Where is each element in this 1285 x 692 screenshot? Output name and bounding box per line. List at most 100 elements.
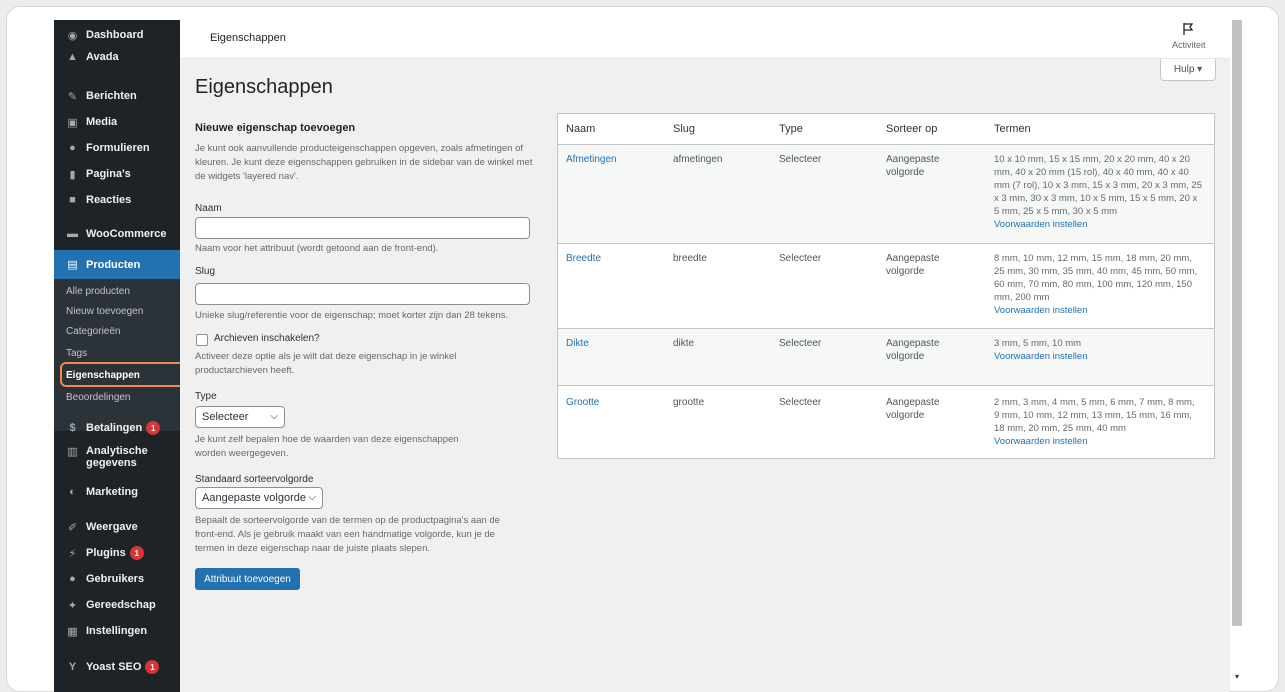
tools-icon: ✦ [67, 599, 78, 612]
column-header-sort[interactable]: Sorteer op [886, 114, 937, 144]
slug-input[interactable] [195, 283, 530, 305]
sidebar-item-gereedschap[interactable]: ✦ Gereedschap [54, 594, 180, 616]
configure-terms-link[interactable]: Voorwaarden instellen [994, 304, 1206, 317]
settings-icon: ▦ [67, 625, 78, 638]
type-help: Je kunt zelf bepalen hoe de waarden van … [195, 434, 459, 459]
sidebar-item-berichten[interactable]: ✎ Berichten [54, 85, 180, 107]
sidebar-item-weergave[interactable]: ✐ Weergave [54, 516, 180, 538]
yoast-icon: Y [68, 661, 77, 673]
attributes-table: Naam Slug Type Sorteer op Termen Afmetin… [557, 113, 1215, 459]
sidebar-item-dashboard[interactable]: ◉ Dashboard [54, 24, 180, 46]
notification-badge: 1 [145, 660, 160, 674]
attribute-slug: dikte [673, 338, 695, 349]
sidebar-item-instellingen[interactable]: ▦ Instellingen [54, 620, 180, 642]
sidebar-item-betalingen[interactable]: $ Betalingen 1 [54, 417, 180, 439]
submenu-tags[interactable]: Tags [54, 343, 180, 363]
add-attribute-button[interactable]: Attribuut toevoegen [195, 568, 300, 590]
admin-sidebar: ◉ Dashboard ▲ Avada ✎ Berichten ▣ Media ● For… [54, 20, 180, 692]
attribute-type: Selecteer [779, 154, 822, 165]
dashboard-icon: ◉ [67, 29, 78, 42]
attribute-name-link[interactable]: Grootte [566, 396, 599, 409]
column-header-terms[interactable]: Termen [994, 114, 1031, 144]
submenu-categorieen[interactable]: Categorieën [54, 321, 180, 341]
attribute-name-link[interactable]: Breedte [566, 252, 601, 265]
sidebar-item-media[interactable]: ▣ Media [54, 111, 180, 133]
attribute-terms: 10 x 10 mm, 15 x 15 mm, 20 x 20 mm, 40 x… [994, 153, 1206, 231]
notification-badge: 1 [146, 421, 161, 435]
attribute-sort: Aangepaste volgorde [886, 253, 940, 277]
sidebar-item-formulieren[interactable]: ● Formulieren [54, 137, 180, 159]
column-header-slug[interactable]: Slug [673, 114, 695, 144]
table-row: Dikte dikte Selecteer Aangepaste volgorde… [558, 328, 1214, 385]
attribute-sort: Aangepaste volgorde [886, 338, 940, 362]
attribute-type: Selecteer [779, 253, 822, 264]
pin-icon: ✎ [67, 90, 78, 103]
analytics-label-line1: Analytische [86, 445, 148, 457]
table-row: Afmetingen afmetingen Selecteer Aangepas… [558, 144, 1214, 243]
attribute-sort: Aangepaste volgorde [886, 397, 940, 421]
plugins-icon: ⚡ [68, 547, 77, 560]
configure-terms-link[interactable]: Voorwaarden instellen [994, 350, 1206, 363]
activity-button[interactable]: Activiteit [1170, 22, 1216, 56]
attribute-name-link[interactable]: Afmetingen [566, 153, 617, 166]
attribute-name-link[interactable]: Dikte [566, 337, 589, 350]
sidebar-item-avada[interactable]: ▲ Avada [54, 46, 180, 68]
avada-icon: ▲ [67, 51, 78, 63]
attribute-slug: breedte [673, 253, 707, 264]
attribute-slug: grootte [673, 397, 705, 408]
analytics-icon: ▥ [67, 446, 78, 458]
attribute-sort: Aangepaste volgorde [886, 154, 940, 178]
sidebar-item-gebruikers[interactable]: ● Gebruikers [54, 568, 180, 590]
submenu-beoordelingen[interactable]: Beoordelingen [54, 387, 180, 407]
scroll-down-icon[interactable]: ▾ [1235, 672, 1239, 681]
marketing-icon: ◐ [69, 486, 76, 498]
name-input[interactable] [195, 217, 530, 239]
attribute-terms: 8 mm, 10 mm, 12 mm, 15 mm, 18 mm, 20 mm,… [994, 252, 1206, 317]
sidebar-item-producten[interactable]: ▤ Producten [54, 250, 180, 279]
configure-terms-link[interactable]: Voorwaarden instellen [994, 218, 1206, 231]
scrollbar[interactable] [1232, 20, 1242, 626]
table-row: Grootte grootte Selecteer Aangepaste volg… [558, 385, 1214, 458]
sidebar-item-plugins[interactable]: ⚡ Plugins 1 [54, 542, 180, 564]
name-help: Naam voor het attribuut (wordt getoond a… [195, 243, 439, 254]
sidebar-item-marketing[interactable]: ◐ Marketing [54, 481, 180, 503]
sort-label: Standaard sorteervolgorde [195, 474, 314, 485]
pages-icon: ▮ [69, 168, 76, 181]
page-title: Eigenschappen [195, 76, 333, 98]
sidebar-item-woocommerce[interactable]: ▬ WooCommerce [54, 223, 180, 245]
help-button[interactable]: Hulp ▾ [1160, 59, 1216, 81]
attribute-slug: afmetingen [673, 154, 723, 165]
column-header-name[interactable]: Naam [566, 114, 595, 144]
name-label: Naam [195, 203, 222, 214]
flag-icon [1183, 23, 1194, 35]
sidebar-item-paginas[interactable]: ▮ Pagina's [54, 163, 180, 185]
form-title: Nieuwe eigenschap toevoegen [195, 122, 356, 134]
attribute-type: Selecteer [779, 338, 822, 349]
configure-terms-link[interactable]: Voorwaarden instellen [994, 435, 1206, 448]
submenu-alle-producten[interactable]: Alle producten [54, 281, 180, 301]
sidebar-item-yoast[interactable]: Y Yoast SEO 1 [54, 656, 180, 678]
sidebar-item-analytics[interactable]: ▥ Analytische gegevens [54, 441, 180, 477]
sidebar-item-reacties[interactable]: ■ Reacties [54, 189, 180, 211]
slug-help: Unieke slug/referentie voor de eigenscha… [195, 310, 509, 321]
sort-select[interactable]: Aangepaste volgorde ⌵ [195, 487, 323, 509]
appearance-icon: ✐ [67, 521, 78, 534]
submenu-nieuw-toevoegen[interactable]: Nieuw toevoegen [54, 301, 180, 321]
type-select[interactable]: Selecteer ⌵ [195, 406, 285, 428]
analytics-label-line2: gegevens [86, 457, 137, 469]
type-label: Type [195, 391, 217, 402]
archive-checkbox[interactable] [196, 334, 208, 346]
topbar-title: Eigenschappen [210, 32, 286, 44]
table-row: Breedte breedte Selecteer Aangepaste volg… [558, 243, 1214, 328]
woocommerce-icon: ▬ [67, 228, 78, 240]
attribute-type: Selecteer [779, 397, 822, 408]
chevron-down-icon: ⌵ [270, 411, 278, 422]
archive-help: Activeer deze optie als je wilt dat deze… [195, 351, 457, 376]
archive-label: Archieven inschakelen? [214, 333, 320, 344]
column-header-type[interactable]: Type [779, 114, 803, 144]
slug-label: Slug [195, 266, 216, 277]
payments-icon: $ [69, 422, 76, 434]
media-icon: ▣ [67, 116, 78, 129]
comments-icon: ■ [69, 194, 76, 206]
attribute-terms: 3 mm, 5 mm, 10 mm Voorwaarden instellen [994, 337, 1206, 363]
